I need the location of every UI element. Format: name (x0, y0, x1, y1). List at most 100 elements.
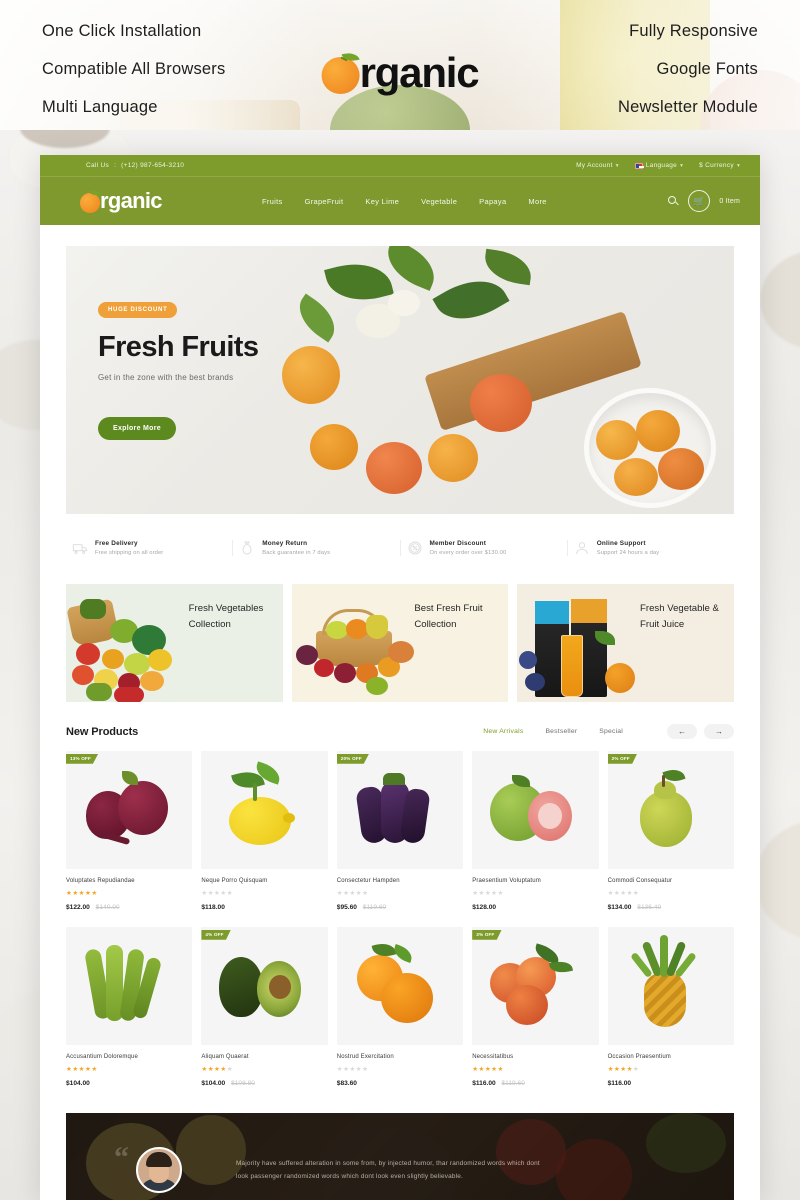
product-card[interactable]: 4% OFF Aliquam Quaerat ★★★★★ $104.00 $10… (201, 927, 328, 1087)
product-card[interactable]: 3% OFF Necessitatibus ★★★★★ $116.00 $119… (472, 927, 599, 1087)
topbar-menus: My Account ▾ Language ▾ $ Currency ▾ (576, 162, 740, 169)
collection-banner-juice[interactable]: Fresh Vegetable & Fruit Juice (517, 584, 735, 702)
hero-discount-badge: HUGE DISCOUNT (98, 302, 178, 318)
product-thumbnail[interactable] (201, 751, 328, 869)
hero-bowl-apricot (614, 458, 658, 496)
service-member-discount: Member Discount On every order over $130… (399, 540, 567, 556)
explore-more-button[interactable]: Explore More (98, 417, 176, 440)
my-account-label: My Account (576, 162, 613, 169)
cart-item-count: 0 Item (719, 197, 740, 205)
product-grid-row-2: Accusantium Doloremque ★★★★★ $104.00 4% … (66, 927, 734, 1087)
product-rating: ★★★★★ (607, 890, 640, 897)
hero-apricot (310, 424, 358, 470)
nav-item-more[interactable]: More (528, 197, 546, 206)
discount-badge: 3% OFF (472, 930, 502, 940)
product-rating: ★★★★★ (201, 890, 234, 897)
nav-item-vegetable[interactable]: Vegetable (421, 197, 457, 206)
collection-banner-vegetables[interactable]: Fresh Vegetables Collection (66, 584, 283, 702)
product-name[interactable]: Consectetur Hampden (337, 878, 463, 884)
product-thumbnail[interactable]: 2% OFF (607, 751, 734, 869)
product-thumbnail[interactable]: 4% OFF (201, 927, 328, 1045)
product-card[interactable]: Praesentium Voluptatum ★★★★★ $128.00 (472, 751, 599, 911)
product-name[interactable]: Necessitatibus (472, 1054, 598, 1060)
service-subtitle: Free shipping on all order (95, 549, 164, 556)
customer-avatar (136, 1147, 182, 1193)
product-thumbnail[interactable]: 13% OFF (66, 751, 193, 869)
section-title: New Products (66, 725, 139, 738)
bg-decor-2 (760, 250, 800, 350)
product-card[interactable]: Nostrud Exercitation ★★★★★ $83.60 (336, 927, 464, 1087)
service-money-return: Money Return Back guarantee in 7 days (232, 540, 399, 556)
current-price: $116.00 (607, 1080, 632, 1087)
shopping-cart-icon[interactable]: 🛒 (688, 190, 711, 212)
product-thumbnail[interactable]: 3% OFF (472, 927, 599, 1045)
product-price: $116.00 $119.60 (472, 1080, 598, 1087)
lemon-icon (229, 797, 292, 845)
site-logo-text: rganic (100, 188, 163, 213)
flag-icon (634, 162, 644, 169)
service-subtitle: On every order over $130.00 (429, 549, 507, 556)
phone-number[interactable]: (+12) 987-654-3210 (121, 162, 184, 169)
product-card[interactable]: 2% OFF Commodi Consequatur ★★★★★ $134.00… (607, 751, 734, 911)
product-name[interactable]: Accusantium Doloremque (66, 1054, 192, 1060)
current-price: $116.00 (472, 1080, 496, 1087)
promo-feature: Compatible All Browsers (42, 60, 226, 78)
product-name[interactable]: Nostrud Exercitation (337, 1054, 463, 1060)
tab-bestseller[interactable]: Bestseller (545, 728, 577, 735)
site-logo[interactable]: rganic (80, 188, 240, 214)
product-name[interactable]: Occasion Praesentium (608, 1054, 734, 1060)
call-us-block: Call Us : (+12) 987-654-3210 (86, 162, 184, 169)
main-navigation: Fruits GrapeFruit Key Lime Vegetable Pap… (262, 197, 547, 206)
discount-badge: 4% OFF (201, 930, 231, 940)
service-title: Online Support (596, 540, 646, 548)
hero-copy: HUGE DISCOUNT Fresh Fruits Get in the zo… (98, 298, 259, 440)
delivery-truck-icon (72, 544, 88, 554)
hero-apricot (428, 434, 478, 482)
nav-item-grapefruit[interactable]: GrapeFruit (305, 197, 344, 206)
current-price: $104.00 (66, 1080, 90, 1087)
promo-banner: One Click Installation Compatible All Br… (0, 0, 800, 150)
product-card[interactable]: 13% OFF Voluptates Repudiandae ★★★★★ $12… (66, 751, 193, 911)
product-price: $128.00 (472, 904, 598, 911)
next-arrow-button[interactable]: → (704, 724, 734, 739)
product-price: $134.00 $136.40 (608, 904, 734, 911)
product-price: $116.00 (608, 1080, 734, 1087)
product-thumbnail[interactable] (472, 751, 599, 869)
product-card[interactable]: 20% OFF Consectetur Hampden ★★★★★ $95.60… (336, 751, 464, 911)
orange-icon (380, 973, 433, 1023)
product-thumbnail[interactable] (66, 927, 193, 1045)
nav-item-papaya[interactable]: Papaya (479, 197, 506, 206)
discount-badge: 2% OFF (607, 754, 637, 764)
fruit-basket-art (292, 591, 435, 702)
product-name[interactable]: Praesentium Voluptatum (472, 878, 598, 884)
beetroot-icon (118, 781, 168, 835)
currency-menu[interactable]: $ Currency ▾ (699, 162, 740, 169)
product-thumbnail[interactable] (607, 927, 734, 1045)
promo-feature: Newsletter Module (617, 98, 758, 116)
product-name[interactable]: Voluptates Repudiandae (66, 878, 192, 884)
old-price: $119.60 (362, 904, 387, 911)
hero-leaf (290, 293, 344, 343)
prev-arrow-button[interactable]: ← (667, 724, 697, 739)
product-name[interactable]: Neque Porro Quisquam (201, 878, 327, 884)
collection-banner-fruits[interactable]: Best Fresh Fruit Collection (291, 584, 509, 702)
juice-glass (561, 635, 584, 698)
nav-item-fruits[interactable]: Fruits (262, 197, 283, 206)
service-online-support: Online Support Support 24 hours a day (566, 540, 734, 556)
search-icon[interactable] (668, 195, 680, 207)
tab-special[interactable]: Special (599, 728, 623, 735)
nav-item-key-lime[interactable]: Key Lime (365, 197, 399, 206)
orange-fruit-icon (321, 49, 364, 94)
my-account-menu[interactable]: My Account ▾ (576, 162, 619, 169)
product-thumbnail[interactable]: 20% OFF (336, 751, 464, 869)
product-name[interactable]: Commodi Consequatur (608, 878, 734, 884)
tab-new-arrivals[interactable]: New Arrivals (483, 728, 523, 735)
product-card[interactable]: Accusantium Doloremque ★★★★★ $104.00 (66, 927, 193, 1087)
product-rating: ★★★★★ (66, 890, 98, 897)
product-thumbnail[interactable] (336, 927, 464, 1045)
language-menu[interactable]: Language ▾ (634, 162, 683, 169)
product-card[interactable]: Occasion Praesentium ★★★★★ $116.00 (607, 927, 734, 1087)
product-name[interactable]: Aliquam Quaerat (201, 1054, 327, 1060)
product-card[interactable]: Neque Porro Quisquam ★★★★★ $118.00 (201, 751, 328, 911)
currency-label: $ Currency (699, 162, 734, 169)
